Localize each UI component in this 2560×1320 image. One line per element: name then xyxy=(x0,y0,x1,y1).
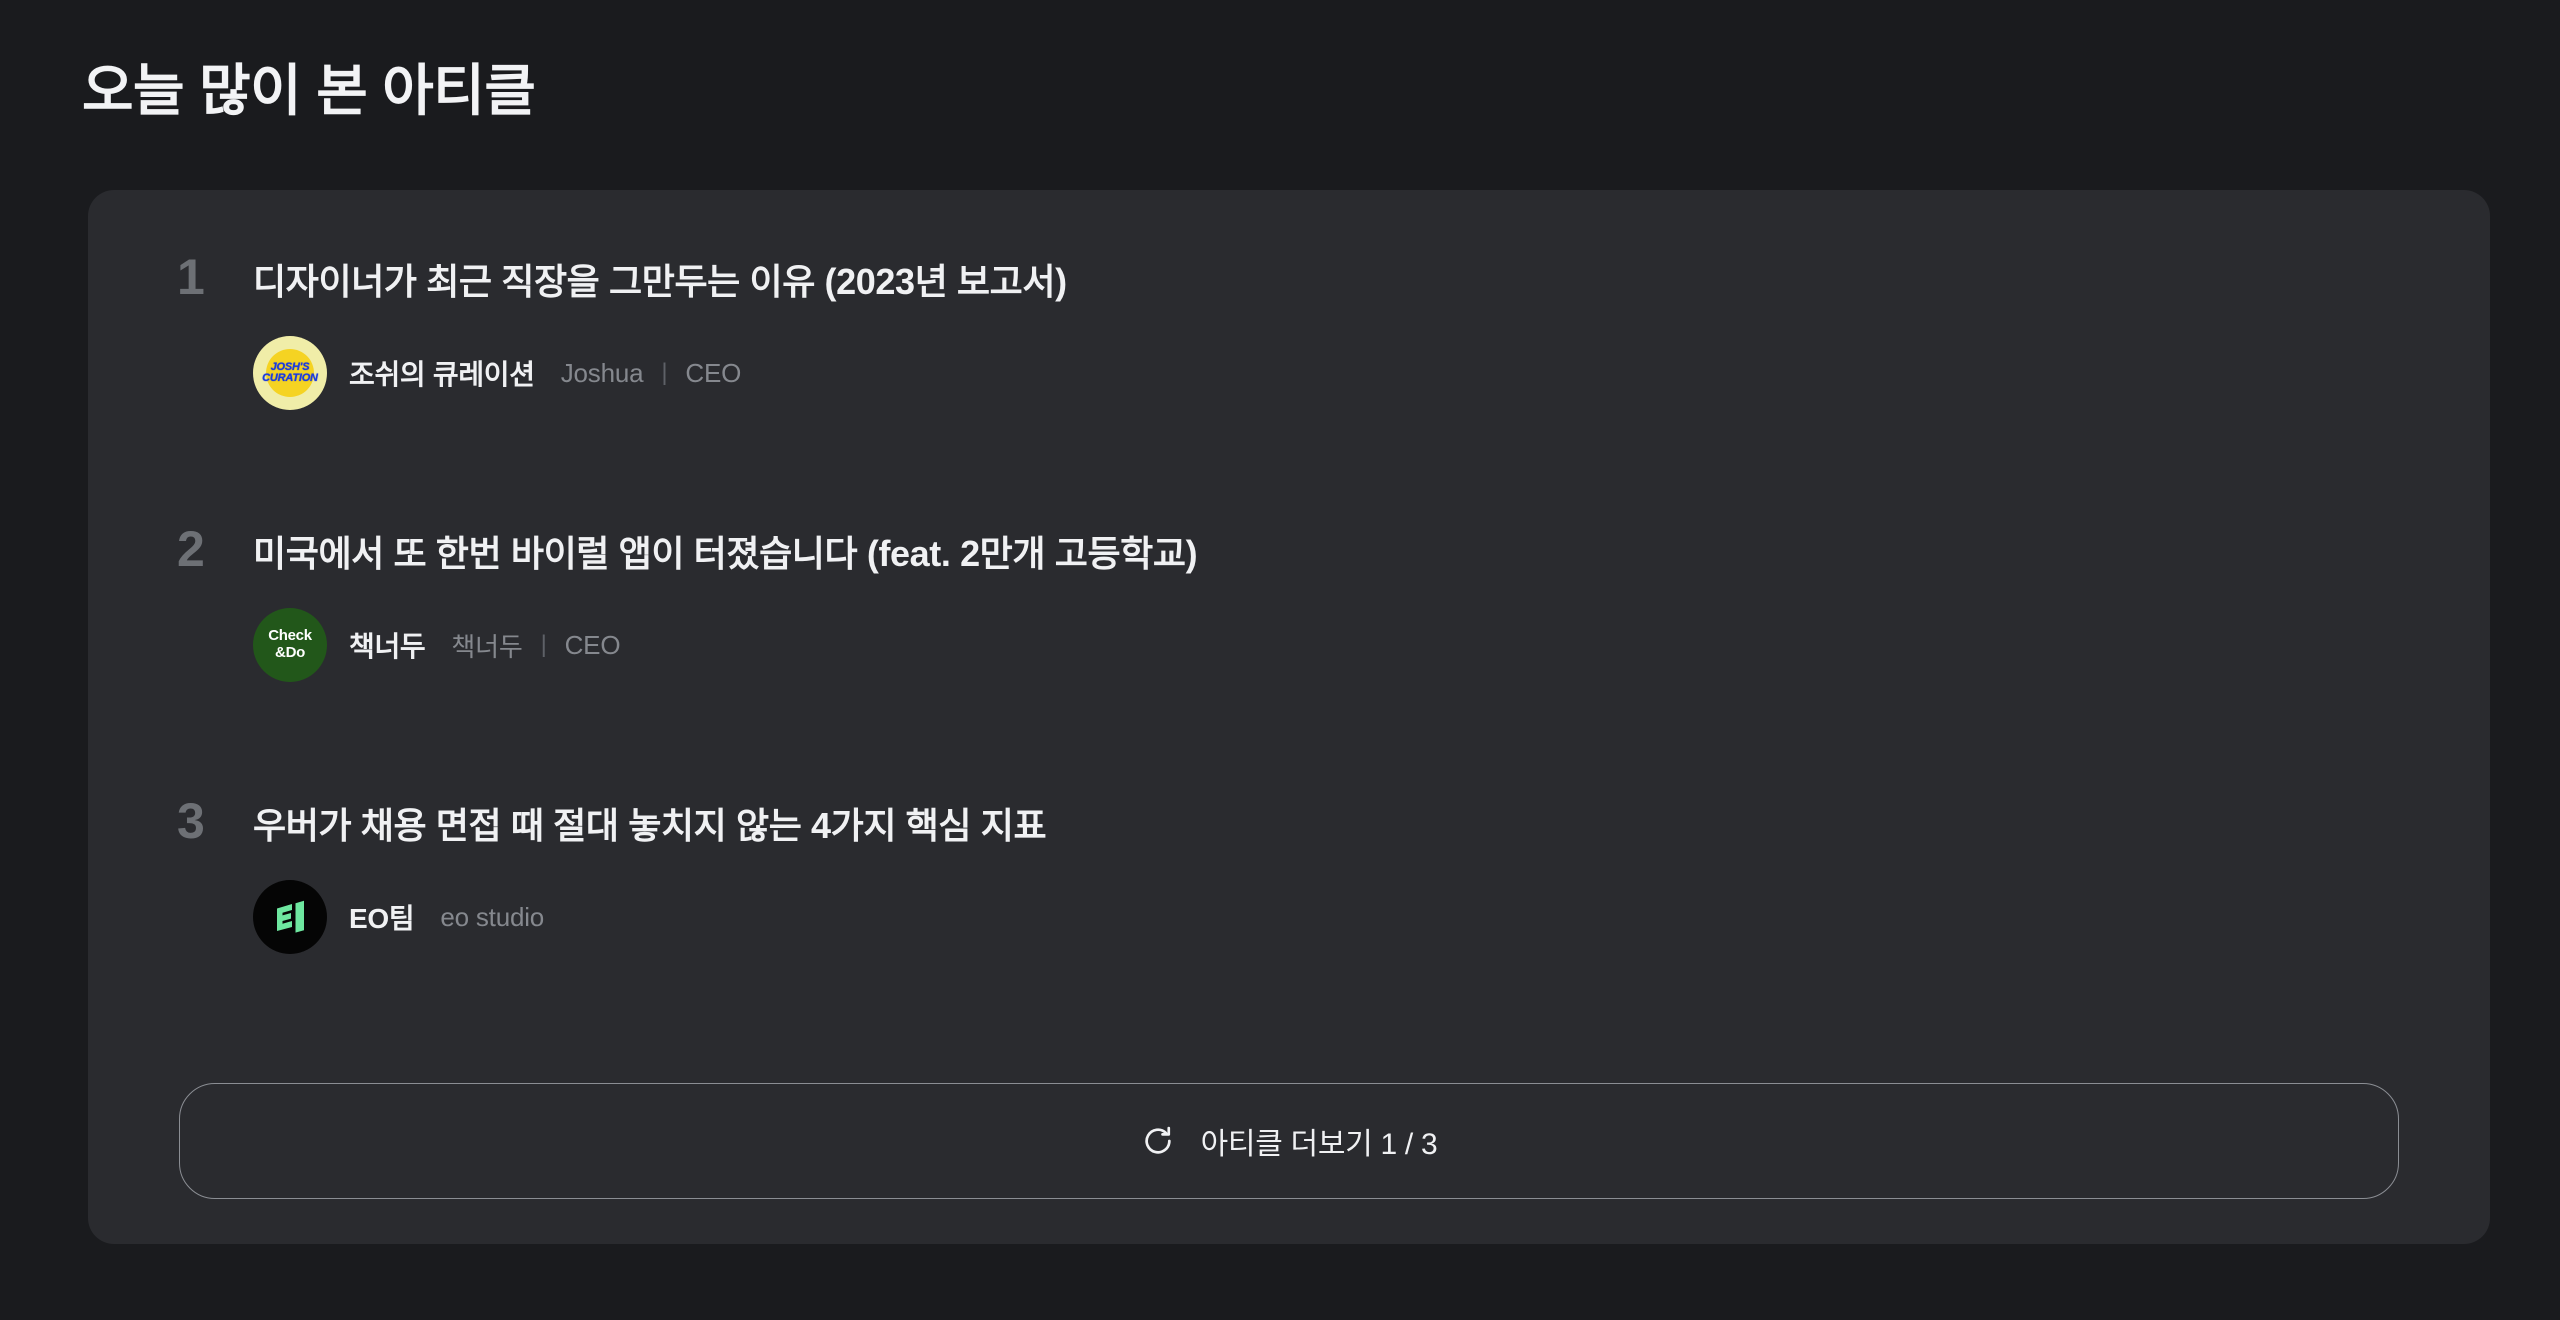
meta-separator: | xyxy=(540,631,547,658)
article-list-item[interactable]: 3 우버가 채용 면접 때 절대 놓치지 않는 4가지 핵심 지표 EO팀 eo… xyxy=(88,734,2490,1006)
avatar-logo-text: Check &Do xyxy=(268,627,312,662)
author-role: CEO xyxy=(685,357,742,388)
article-header: 2 미국에서 또 한번 바이럴 앱이 터졌습니다 (feat. 2만개 고등학교… xyxy=(88,462,2490,576)
article-list: 1 디자이너가 최근 직장을 그만두는 이유 (2023년 보고서) JOSH'… xyxy=(88,190,2490,1006)
author-row[interactable]: Check &Do 책너두 책너두 | CEO xyxy=(88,608,2490,682)
article-rank: 2 xyxy=(177,521,205,577)
article-list-item[interactable]: 1 디자이너가 최근 직장을 그만두는 이유 (2023년 보고서) JOSH'… xyxy=(88,190,2490,462)
author-meta: 책너두 | CEO xyxy=(451,627,620,664)
author-name[interactable]: 조쉬의 큐레이션 xyxy=(349,353,535,393)
avatar-logo-line1: JOSH'S xyxy=(270,360,310,373)
eo-studio-logo-icon[interactable] xyxy=(253,880,327,954)
avatar-logo-line2: &Do xyxy=(275,644,305,661)
load-more-articles-button[interactable]: 아티클 더보기 1 / 3 xyxy=(179,1083,2399,1199)
article-header: 1 디자이너가 최근 직장을 그만두는 이유 (2023년 보고서) xyxy=(88,190,2490,304)
author-row[interactable]: EO팀 eo studio xyxy=(88,880,2490,954)
author-handle: eo studio xyxy=(440,901,545,932)
article-header: 3 우버가 채용 면접 때 절대 놓치지 않는 4가지 핵심 지표 xyxy=(88,734,2490,848)
article-list-item[interactable]: 2 미국에서 또 한번 바이럴 앱이 터졌습니다 (feat. 2만개 고등학교… xyxy=(88,462,2490,734)
meta-separator: | xyxy=(661,359,668,386)
article-title[interactable]: 미국에서 또 한번 바이럴 앱이 터졌습니다 (feat. 2만개 고등학교) xyxy=(253,531,1198,576)
popular-articles-card: 1 디자이너가 최근 직장을 그만두는 이유 (2023년 보고서) JOSH'… xyxy=(88,190,2490,1244)
article-rank: 1 xyxy=(177,249,205,305)
author-role: CEO xyxy=(564,629,621,660)
author-meta: eo studio xyxy=(440,902,544,933)
page-title: 오늘 많이 본 아티클 xyxy=(82,58,536,122)
author-name[interactable]: EO팀 xyxy=(349,897,415,937)
refresh-icon xyxy=(1144,1126,1171,1154)
avatar-logo-line1: Check xyxy=(268,627,312,645)
article-title[interactable]: 디자이너가 최근 직장을 그만두는 이유 (2023년 보고서) xyxy=(253,259,1067,304)
article-title[interactable]: 우버가 채용 면접 때 절대 놓치지 않는 4가지 핵심 지표 xyxy=(253,803,1047,848)
load-more-label: 아티클 더보기 1 / 3 xyxy=(1200,1128,1438,1161)
author-handle: Joshua xyxy=(560,357,644,388)
joshs-curation-logo-icon[interactable]: JOSH'S CURATION xyxy=(253,336,327,410)
author-row[interactable]: JOSH'S CURATION 조쉬의 큐레이션 Joshua | CEO xyxy=(88,336,2490,410)
check-and-do-logo-icon[interactable]: Check &Do xyxy=(253,608,327,682)
avatar-logo-text: JOSH'S CURATION xyxy=(262,360,318,384)
author-name[interactable]: 책너두 xyxy=(349,625,426,665)
page-root: 오늘 많이 본 아티클 1 디자이너가 최근 직장을 그만두는 이유 (2023… xyxy=(0,0,2560,1320)
author-handle: 책너두 xyxy=(451,631,523,662)
author-meta: Joshua | CEO xyxy=(560,357,742,389)
article-rank: 3 xyxy=(177,793,205,849)
avatar-logo-line2: CURATION xyxy=(262,372,318,384)
